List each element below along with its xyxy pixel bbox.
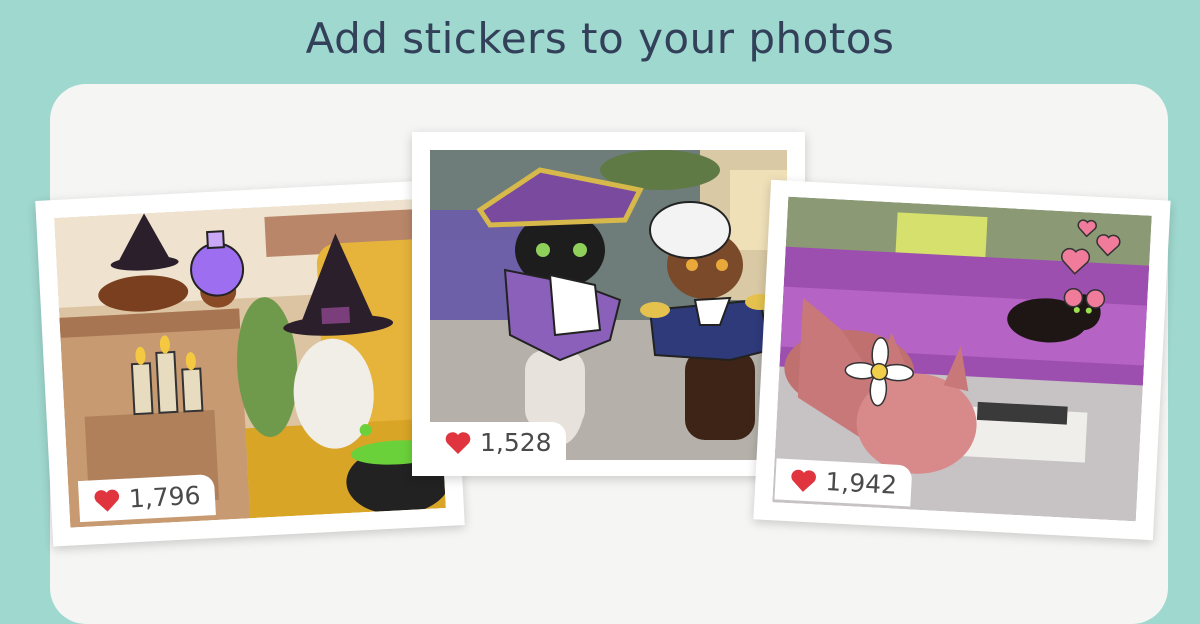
photo-witch-cats <box>54 198 446 528</box>
photo-card-flower[interactable]: 1,942 <box>753 179 1171 541</box>
likes-counter[interactable]: 1,528 <box>430 422 566 463</box>
page-title: Add stickers to your photos <box>305 14 895 63</box>
photo-card-witch[interactable]: 1,796 <box>35 179 465 547</box>
likes-counter[interactable]: 1,942 <box>774 458 912 507</box>
likes-count: 1,942 <box>824 467 898 500</box>
likes-count: 1,796 <box>128 480 202 514</box>
photo-card-costume[interactable]: 1,528 <box>412 132 805 476</box>
heart-icon[interactable] <box>92 487 121 512</box>
heart-icon[interactable] <box>444 431 472 455</box>
likes-count: 1,528 <box>480 428 552 457</box>
photo-costume-cats <box>430 150 787 460</box>
likes-counter[interactable]: 1,796 <box>77 474 216 523</box>
heart-icon[interactable] <box>789 468 818 493</box>
